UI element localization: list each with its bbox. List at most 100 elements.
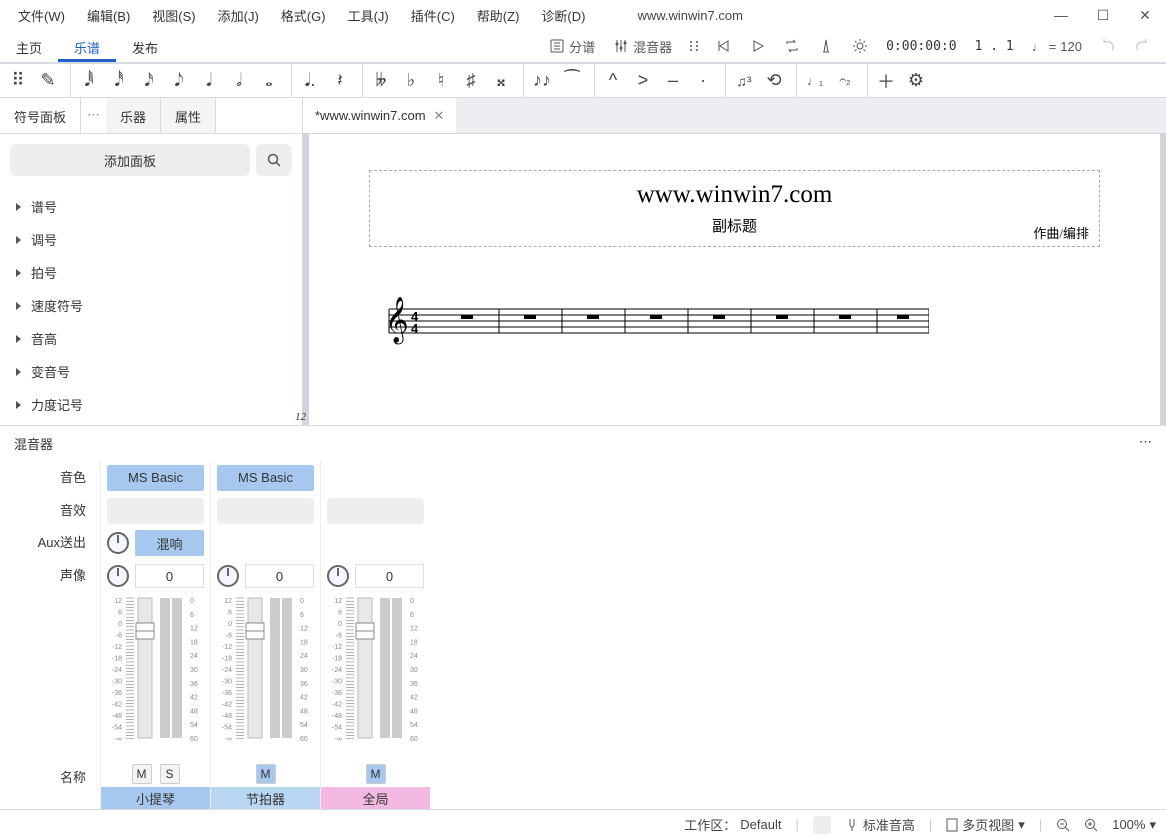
- mute-button[interactable]: M: [256, 764, 276, 784]
- toolbar-settings-button[interactable]: ⚙: [904, 69, 928, 93]
- menu-edit[interactable]: 编辑(B): [77, 2, 140, 29]
- tab-score[interactable]: 乐谱: [58, 30, 116, 62]
- panel-tab-instruments[interactable]: 乐器: [106, 98, 161, 133]
- reverb-button[interactable]: 混响: [135, 530, 204, 556]
- menu-view[interactable]: 视图(S): [142, 2, 205, 29]
- dot-button[interactable]: 𝅘𝅥.: [298, 69, 322, 93]
- pan-value[interactable]: 0: [135, 564, 204, 588]
- pan-value[interactable]: 0: [355, 564, 424, 588]
- pan-knob[interactable]: [327, 565, 349, 587]
- close-icon[interactable]: ✕: [434, 108, 445, 124]
- grip-icon[interactable]: ⠿: [6, 69, 30, 93]
- solo-button[interactable]: S: [160, 764, 180, 784]
- marcato-button[interactable]: ^: [601, 69, 625, 93]
- mute-button[interactable]: M: [132, 764, 152, 784]
- note-32-button[interactable]: 𝅘𝅥𝅰: [107, 69, 131, 93]
- menu-diagnose[interactable]: 诊断(D): [531, 2, 595, 29]
- sound-button[interactable]: MS Basic: [107, 465, 204, 491]
- zoom-out-button[interactable]: [1056, 818, 1070, 832]
- tree-node-timesig[interactable]: 拍号: [0, 256, 302, 289]
- rest-button[interactable]: 𝄽: [328, 69, 352, 93]
- close-button[interactable]: ✕: [1132, 7, 1158, 24]
- zoom-in-button[interactable]: [1084, 818, 1098, 832]
- settings-button[interactable]: [846, 34, 874, 58]
- staccato-button[interactable]: ·: [691, 69, 715, 93]
- redo-button[interactable]: [1128, 34, 1156, 58]
- flat-button[interactable]: ♭: [399, 69, 423, 93]
- pan-knob[interactable]: [107, 565, 129, 587]
- menu-tools[interactable]: 工具(J): [338, 2, 399, 29]
- menu-file[interactable]: 文件(W): [8, 2, 75, 29]
- view-mode-button[interactable]: 多页视图▾: [946, 815, 1025, 834]
- effect-slot[interactable]: [217, 498, 314, 524]
- undo-button[interactable]: [1094, 34, 1122, 58]
- score-view-button[interactable]: 分谱: [543, 33, 601, 60]
- mute-button[interactable]: M: [366, 764, 386, 784]
- menu-plugins[interactable]: 插件(C): [401, 2, 465, 29]
- menu-help[interactable]: 帮助(Z): [467, 2, 530, 29]
- slur-button[interactable]: ⁀: [560, 69, 584, 93]
- fader[interactable]: 1260-6-12-18-24-30-36-42-48-54-∞ 0612182…: [217, 593, 314, 761]
- note-16-button[interactable]: 𝅘𝅥𝅯: [137, 69, 161, 93]
- effect-slot[interactable]: [327, 498, 424, 524]
- rewind-button[interactable]: [710, 34, 738, 58]
- panel-tab-palette[interactable]: 符号面板: [0, 98, 81, 133]
- sound-button[interactable]: MS Basic: [217, 465, 314, 491]
- mixer-button[interactable]: 混音器: [607, 33, 678, 60]
- search-button[interactable]: [256, 144, 292, 176]
- tree-node-accidental[interactable]: 变音号: [0, 355, 302, 388]
- title-frame[interactable]: www.winwin7.com 副标题 作曲/编排: [369, 170, 1100, 247]
- tenuto-button[interactable]: –: [661, 69, 685, 93]
- score-page[interactable]: www.winwin7.com 副标题 作曲/编排: [309, 134, 1160, 425]
- tree-node-clef[interactable]: 谱号: [0, 190, 302, 223]
- panel-tab-more[interactable]: ⋯: [81, 98, 106, 133]
- menu-add[interactable]: 添加(J): [208, 2, 269, 29]
- add-panel-button[interactable]: 添加面板: [10, 144, 250, 176]
- fader[interactable]: 1260-6-12-18-24-30-36-42-48-54-∞ 0612182…: [327, 593, 424, 761]
- tuning-fork-icon[interactable]: 标准音高: [845, 815, 915, 834]
- note-2-button[interactable]: 𝅗𝅥: [227, 69, 251, 93]
- document-tab[interactable]: *www.winwin7.com ✕: [303, 98, 456, 133]
- zoom-level[interactable]: 100% ▾: [1112, 817, 1156, 833]
- pencil-icon[interactable]: ✎: [36, 69, 60, 93]
- tree-node-pitch[interactable]: 音高: [0, 322, 302, 355]
- tree-node-tempo[interactable]: 速度符号: [0, 289, 302, 322]
- pan-value[interactable]: 0: [245, 564, 314, 588]
- tab-publish[interactable]: 发布: [116, 30, 174, 62]
- effect-slot[interactable]: [107, 498, 204, 524]
- tie-button[interactable]: ♪♪: [530, 69, 554, 93]
- score-subtitle[interactable]: 副标题: [390, 215, 1079, 236]
- metronome-button[interactable]: [812, 34, 840, 58]
- track-name[interactable]: 节拍器: [211, 787, 320, 809]
- double-flat-button[interactable]: 𝄫: [369, 69, 393, 93]
- fader[interactable]: 1260-6-12-18-24-30-36-42-48-54-∞ 0612182…: [107, 593, 204, 761]
- tree-node-keysig[interactable]: 调号: [0, 223, 302, 256]
- sharp-button[interactable]: ♯: [459, 69, 483, 93]
- panel-tab-properties[interactable]: 属性: [161, 98, 216, 133]
- pan-knob[interactable]: [217, 565, 239, 587]
- play-button[interactable]: [744, 34, 772, 58]
- double-sharp-button[interactable]: 𝄪: [489, 69, 513, 93]
- note-1-button[interactable]: 𝅝: [257, 69, 281, 93]
- maximize-button[interactable]: ☐: [1090, 7, 1116, 24]
- mixer-more-button[interactable]: ⋯: [1139, 434, 1152, 453]
- grip-icon[interactable]: [684, 34, 704, 58]
- tempo-display[interactable]: ♩ = 120: [1026, 35, 1088, 58]
- voice-2-button[interactable]: 𝄐₂: [833, 69, 857, 93]
- score-composer[interactable]: 作曲/编排: [1033, 223, 1089, 242]
- track-name[interactable]: 全局: [321, 787, 430, 809]
- staff[interactable]: 𝄞 4 4: [369, 291, 1100, 354]
- minimize-button[interactable]: —: [1048, 7, 1074, 23]
- natural-button[interactable]: ♮: [429, 69, 453, 93]
- add-button[interactable]: ＋: [874, 69, 898, 93]
- score-title[interactable]: www.winwin7.com: [390, 181, 1079, 209]
- aux-knob[interactable]: [107, 532, 129, 554]
- accent-button[interactable]: >: [631, 69, 655, 93]
- tuplet-button[interactable]: ♫³: [732, 69, 756, 93]
- note-8-button[interactable]: 𝅘𝅥𝅮: [167, 69, 191, 93]
- tree-node-dynamics[interactable]: 力度记号: [0, 388, 302, 421]
- tab-home[interactable]: 主页: [0, 30, 58, 62]
- note-64-button[interactable]: 𝅘𝅥𝅱: [77, 69, 101, 93]
- loop-button[interactable]: [778, 34, 806, 58]
- note-4-button[interactable]: 𝅘𝅥: [197, 69, 221, 93]
